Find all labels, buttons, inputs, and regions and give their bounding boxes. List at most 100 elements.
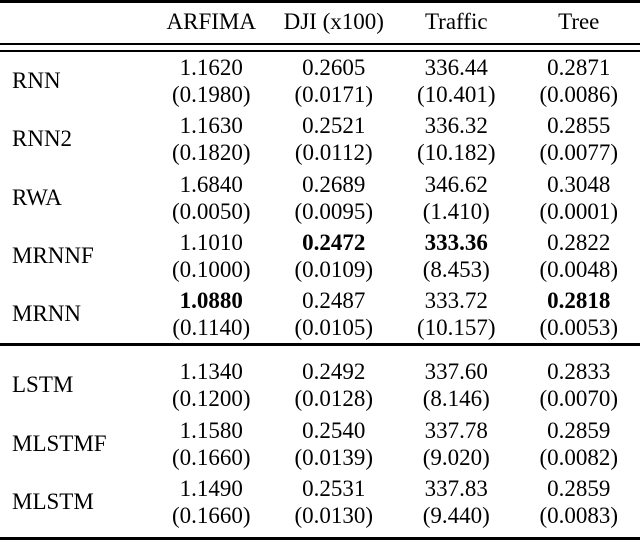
cell-std: (10.401) (395, 81, 518, 108)
cell-mean: 0.2833 (518, 358, 640, 385)
cell-mean: 0.2531 (273, 475, 396, 502)
row-label-rnn: RNN (0, 51, 150, 110)
table-row: RNN21.1630(0.1820)0.2521(0.0112)336.32(1… (0, 110, 640, 168)
cell-mean: 0.2859 (518, 417, 640, 444)
row-label-lstm: LSTM (0, 356, 150, 414)
cell-mean: 0.3048 (518, 171, 640, 198)
column-header-blank (0, 3, 150, 44)
cell-mean: 337.83 (395, 475, 518, 502)
table-row: LSTM1.1340(0.1200)0.2492(0.0128)337.60(8… (0, 356, 640, 414)
cell-mean: 0.2855 (518, 112, 640, 139)
cell-std: (0.0139) (273, 444, 396, 471)
cell-std: (0.1820) (150, 139, 273, 166)
table-cell: 0.2689(0.0095) (273, 169, 396, 227)
cell-std: (0.0053) (518, 314, 640, 341)
table-body-rnn-group: RNN1.1620(0.1980)0.2605(0.0171)336.44(10… (0, 51, 640, 345)
cell-std: (0.0001) (518, 198, 640, 225)
table-row: MRNNF1.1010(0.1000)0.2472(0.0109)333.36(… (0, 227, 640, 285)
cell-mean: 1.1620 (150, 54, 273, 81)
table-cell: 0.2855(0.0077) (518, 110, 640, 168)
cell-mean: 336.44 (395, 54, 518, 81)
cell-std: (0.0082) (518, 444, 640, 471)
table-cell: 337.78(9.020) (395, 415, 518, 473)
table-cell: 0.2605(0.0171) (273, 51, 396, 110)
cell-mean: 1.1010 (150, 229, 273, 256)
table-body-bottom-rule (0, 531, 640, 540)
cell-std: (0.0070) (518, 385, 640, 412)
table-cell: 0.2833(0.0070) (518, 356, 640, 414)
cell-std: (0.0095) (273, 198, 396, 225)
table-cell: 1.0880(0.1140) (150, 285, 273, 345)
cell-std: (0.0050) (150, 198, 273, 225)
header-row: ARFIMA DJI (x100) Traffic Tree (0, 3, 640, 44)
row-label-mlstm: MLSTM (0, 473, 150, 531)
table-cell: 0.2531(0.0130) (273, 473, 396, 531)
cell-mean: 0.2689 (273, 171, 396, 198)
table-cell: 0.2818(0.0053) (518, 285, 640, 345)
cell-mean: 0.2540 (273, 417, 396, 444)
table-header: ARFIMA DJI (x100) Traffic Tree (0, 2, 640, 52)
table-cell: 336.44(10.401) (395, 51, 518, 110)
table-row: RWA1.6840(0.0050)0.2689(0.0095)346.62(1.… (0, 169, 640, 227)
table-cell: 0.2871(0.0086) (518, 51, 640, 110)
table-cell: 333.72(10.157) (395, 285, 518, 345)
cell-std: (0.0171) (273, 81, 396, 108)
cell-mean: 0.2871 (518, 54, 640, 81)
column-header-dji: DJI (x100) (273, 3, 396, 44)
table-row: MRNN1.0880(0.1140)0.2487(0.0105)333.72(1… (0, 285, 640, 345)
cell-mean: 0.2472 (273, 229, 396, 256)
rule-header-separator (0, 44, 640, 51)
table-body-mid-rule (0, 345, 640, 357)
cell-std: (10.182) (395, 139, 518, 166)
table-row: MLSTM1.1490(0.1660)0.2531(0.0130)337.83(… (0, 473, 640, 531)
table-cell: 337.60(8.146) (395, 356, 518, 414)
cell-mean: 1.0880 (150, 287, 273, 314)
cell-std: (0.1660) (150, 502, 273, 529)
table-cell: 0.2492(0.0128) (273, 356, 396, 414)
cell-mean: 1.1490 (150, 475, 273, 502)
cell-mean: 337.60 (395, 358, 518, 385)
table-cell: 0.2822(0.0048) (518, 227, 640, 285)
row-label-rnn2: RNN2 (0, 110, 150, 168)
cell-mean: 1.1630 (150, 112, 273, 139)
cell-std: (0.0077) (518, 139, 640, 166)
results-table: ARFIMA DJI (x100) Traffic Tree RNN1.1620… (0, 0, 640, 540)
cell-std: (10.157) (395, 314, 518, 341)
cell-std: (0.1200) (150, 385, 273, 412)
table-cell: 1.1010(0.1000) (150, 227, 273, 285)
table-row: RNN1.1620(0.1980)0.2605(0.0171)336.44(10… (0, 51, 640, 110)
table-cell: 1.6840(0.0050) (150, 169, 273, 227)
row-label-rwa: RWA (0, 169, 150, 227)
cell-mean: 333.36 (395, 229, 518, 256)
column-header-traffic: Traffic (395, 3, 518, 44)
cell-std: (9.020) (395, 444, 518, 471)
cell-std: (1.410) (395, 198, 518, 225)
table-cell: 1.1490(0.1660) (150, 473, 273, 531)
cell-std: (0.0128) (273, 385, 396, 412)
cell-mean: 0.2822 (518, 229, 640, 256)
table-cell: 1.1620(0.1980) (150, 51, 273, 110)
cell-std: (0.1000) (150, 256, 273, 283)
table-cell: 1.1630(0.1820) (150, 110, 273, 168)
cell-std: (8.146) (395, 385, 518, 412)
column-header-tree: Tree (518, 3, 640, 44)
cell-mean: 1.1580 (150, 417, 273, 444)
cell-mean: 1.6840 (150, 171, 273, 198)
cell-mean: 336.32 (395, 112, 518, 139)
table-cell: 346.62(1.410) (395, 169, 518, 227)
table-cell: 0.3048(0.0001) (518, 169, 640, 227)
table-cell: 0.2487(0.0105) (273, 285, 396, 345)
cell-mean: 0.2605 (273, 54, 396, 81)
bottom-spacer (0, 531, 640, 539)
cell-std: (0.0083) (518, 502, 640, 529)
cell-mean: 337.78 (395, 417, 518, 444)
cell-std: (0.0109) (273, 256, 396, 283)
cell-mean: 0.2818 (518, 287, 640, 314)
row-label-mrnnf: MRNNF (0, 227, 150, 285)
row-label-mrnn: MRNN (0, 285, 150, 345)
cell-std: (0.1140) (150, 314, 273, 341)
results-table-container: ARFIMA DJI (x100) Traffic Tree RNN1.1620… (0, 0, 640, 511)
cell-std: (0.1980) (150, 81, 273, 108)
cell-mean: 1.1340 (150, 358, 273, 385)
cell-std: (0.0048) (518, 256, 640, 283)
